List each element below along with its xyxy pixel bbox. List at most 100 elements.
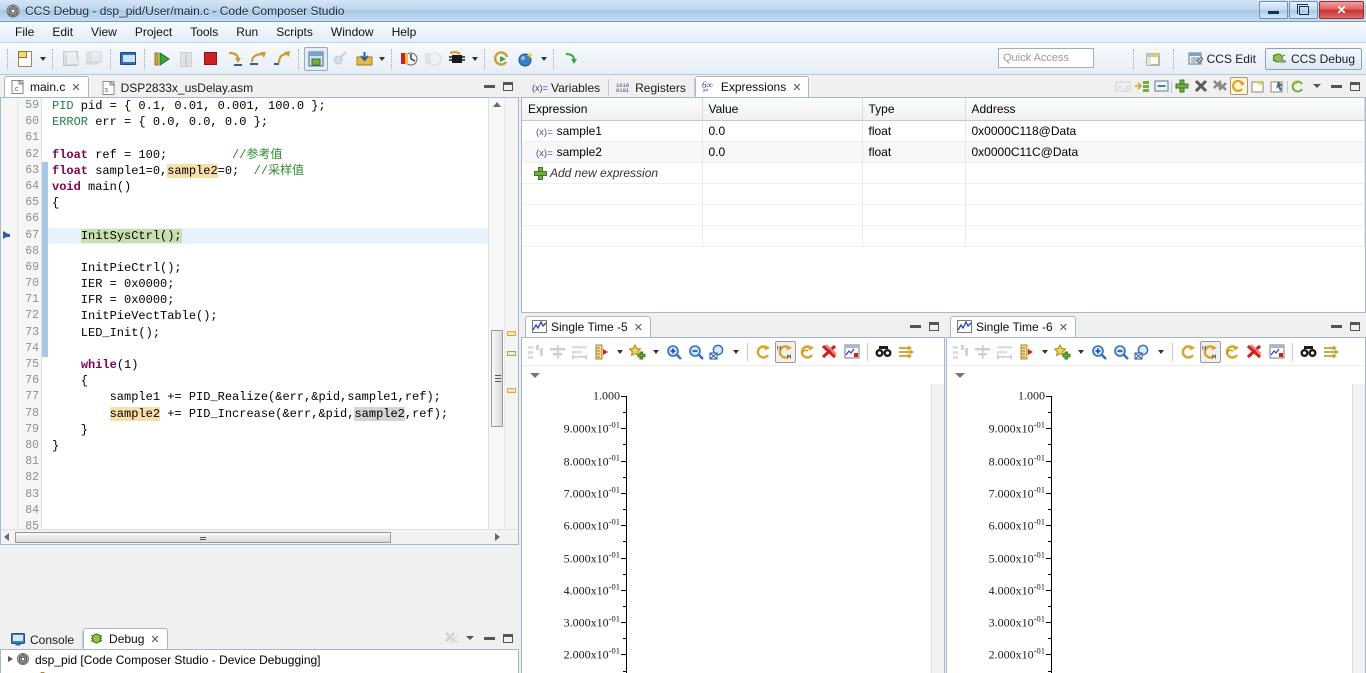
- add-expression-icon[interactable]: [1173, 77, 1191, 95]
- open-perspective-icon[interactable]: [1142, 47, 1166, 71]
- code-line[interactable]: float sample1=0,sample2=0; //采样值: [48, 163, 488, 179]
- editor-horizontal-scrollbar[interactable]: [1, 529, 518, 544]
- editor-marker-gutter[interactable]: [1, 98, 18, 544]
- export-data-icon[interactable]: [841, 341, 862, 363]
- close-icon[interactable]: ✕: [150, 633, 159, 646]
- perspective-ccs-edit[interactable]: CCS Edit: [1182, 48, 1262, 70]
- remove-watch-icon[interactable]: [1152, 77, 1170, 95]
- tab-debug[interactable]: Debug ✕: [83, 628, 168, 650]
- zoom-out-icon[interactable]: [685, 341, 706, 363]
- continuous-refresh-icon[interactable]: HH: [775, 340, 796, 363]
- plot-vertical-scrollbar[interactable]: [1352, 384, 1365, 673]
- save-icon[interactable]: [58, 47, 82, 71]
- menu-item-view[interactable]: View: [82, 23, 126, 41]
- scroll-left-icon[interactable]: [4, 533, 9, 541]
- code-line[interactable]: [48, 341, 488, 357]
- new-file-dropdown-icon[interactable]: [37, 47, 48, 71]
- code-line[interactable]: PID pid = { 0.1, 0.01, 0.001, 100.0 };: [48, 98, 488, 114]
- close-icon[interactable]: ✕: [792, 81, 801, 94]
- refresh-data-icon[interactable]: [753, 341, 774, 363]
- code-line[interactable]: InitPieVectTable();: [48, 308, 488, 324]
- new-object-dropdown-icon[interactable]: [538, 47, 549, 71]
- tab-variables[interactable]: (x)= Variables: [525, 76, 608, 98]
- restart-icon[interactable]: [490, 47, 514, 71]
- plot-vertical-scrollbar[interactable]: [931, 384, 944, 673]
- manual-refresh-icon[interactable]: [797, 341, 818, 363]
- tree-item[interactable]: dsp_pid [Code Composer Studio - Device D…: [1, 650, 518, 669]
- code-line[interactable]: [48, 470, 488, 486]
- open-console-icon[interactable]: [116, 47, 140, 71]
- chevron-down-icon[interactable]: [530, 372, 540, 378]
- tab-expressions[interactable]: 6∞ x= Expressions ✕: [694, 76, 810, 98]
- maximize-icon[interactable]: [499, 77, 517, 95]
- new-file-icon[interactable]: [13, 47, 37, 71]
- code-line[interactable]: IFR = 0x0000;: [48, 292, 488, 308]
- align-center-icon[interactable]: [972, 341, 993, 363]
- align-fit-icon[interactable]: [569, 341, 590, 363]
- resume-icon[interactable]: [150, 47, 174, 71]
- code-line[interactable]: [48, 130, 488, 146]
- zoom-fit-icon[interactable]: [1132, 341, 1153, 363]
- scrollbar-thumb[interactable]: [491, 330, 503, 427]
- scroll-right-icon[interactable]: [495, 533, 500, 541]
- cursor-dropdown-icon[interactable]: [649, 341, 662, 363]
- disable-breakpoint-icon[interactable]: [421, 47, 445, 71]
- manual-refresh-icon[interactable]: [1222, 341, 1243, 363]
- editor-tab-usdelay-asm[interactable]: s DSP2833x_usDelay.asm: [95, 76, 262, 98]
- tree-item[interactable]: Texas Instruments XDS100v1 USB Debug Pro…: [1, 669, 518, 673]
- suspend-icon[interactable]: [174, 47, 198, 71]
- code-line[interactable]: void main(): [48, 179, 488, 195]
- minimize-icon[interactable]: [480, 77, 498, 95]
- maximize-icon[interactable]: [925, 317, 943, 335]
- enable-breakpoint-icon[interactable]: [397, 47, 421, 71]
- zoom-out-icon[interactable]: [1110, 341, 1131, 363]
- code-line[interactable]: InitPieCtrl();: [48, 260, 488, 276]
- search-icon[interactable]: [559, 47, 583, 71]
- code-line[interactable]: float ref = 100; //参考值: [48, 147, 488, 163]
- column-header-expression[interactable]: Expression: [522, 98, 703, 121]
- zoom-in-icon[interactable]: [663, 341, 684, 363]
- code-line[interactable]: sample1 += PID_Realize(&err,&pid,sample1…: [48, 389, 488, 405]
- chevron-down-icon[interactable]: [955, 372, 965, 378]
- menu-item-run[interactable]: Run: [227, 23, 267, 41]
- zoom-dropdown-icon[interactable]: [1154, 341, 1167, 363]
- scale-dropdown-icon[interactable]: [1038, 341, 1051, 363]
- scale-dropdown-icon[interactable]: [613, 341, 626, 363]
- minimize-icon[interactable]: [1327, 317, 1345, 335]
- add-cursor-icon[interactable]: [1052, 341, 1073, 363]
- zoom-in-icon[interactable]: [1088, 341, 1109, 363]
- menu-item-help[interactable]: Help: [383, 23, 426, 41]
- column-header-value[interactable]: Value: [702, 98, 863, 121]
- overview-marker[interactable]: [507, 388, 516, 393]
- tab-console[interactable]: Console: [4, 628, 82, 650]
- quick-access-input[interactable]: Quick Access: [998, 48, 1094, 68]
- cell-expression[interactable]: (x)= sample2: [522, 141, 703, 163]
- remove-all-breakpoints-icon[interactable]: [328, 47, 352, 71]
- column-header-type[interactable]: Type: [862, 98, 966, 121]
- maximize-icon[interactable]: [499, 629, 517, 647]
- close-icon[interactable]: ✕: [634, 321, 643, 334]
- zoom-dropdown-icon[interactable]: [729, 341, 742, 363]
- tab-registers[interactable]: 1010 0101 Registers: [609, 76, 694, 98]
- scale-icon[interactable]: [1016, 341, 1037, 363]
- scale-icon[interactable]: [591, 341, 612, 363]
- step-into-icon[interactable]: [222, 47, 246, 71]
- add-new-expression-row[interactable]: Add new expression: [522, 162, 1365, 184]
- code-line[interactable]: sample2 += PID_Increase(&err,&pid,sample…: [48, 406, 488, 422]
- code-line[interactable]: ERROR err = { 0.0, 0.0, 0.0 };: [48, 114, 488, 130]
- clear-data-icon[interactable]: [1244, 341, 1265, 363]
- continuous-refresh-icon[interactable]: HH: [1200, 340, 1221, 363]
- connect-target-icon[interactable]: [445, 47, 469, 71]
- step-over-icon[interactable]: [246, 47, 270, 71]
- hscrollbar-thumb[interactable]: [15, 532, 391, 543]
- reload-icon[interactable]: [1289, 77, 1307, 95]
- sync-icon[interactable]: [895, 341, 916, 363]
- menu-item-edit[interactable]: Edit: [43, 23, 82, 41]
- code-line[interactable]: {: [48, 195, 488, 211]
- cursor-dropdown-icon[interactable]: [1074, 341, 1087, 363]
- close-button[interactable]: ✕: [1319, 1, 1364, 19]
- refresh-data-icon[interactable]: [1178, 341, 1199, 363]
- table-row[interactable]: (x)= sample1 0.0 float 0x0000C118@Data: [522, 120, 1365, 142]
- code-line[interactable]: LED_Init();: [48, 325, 488, 341]
- collapse-all-icon[interactable]: [1133, 77, 1151, 95]
